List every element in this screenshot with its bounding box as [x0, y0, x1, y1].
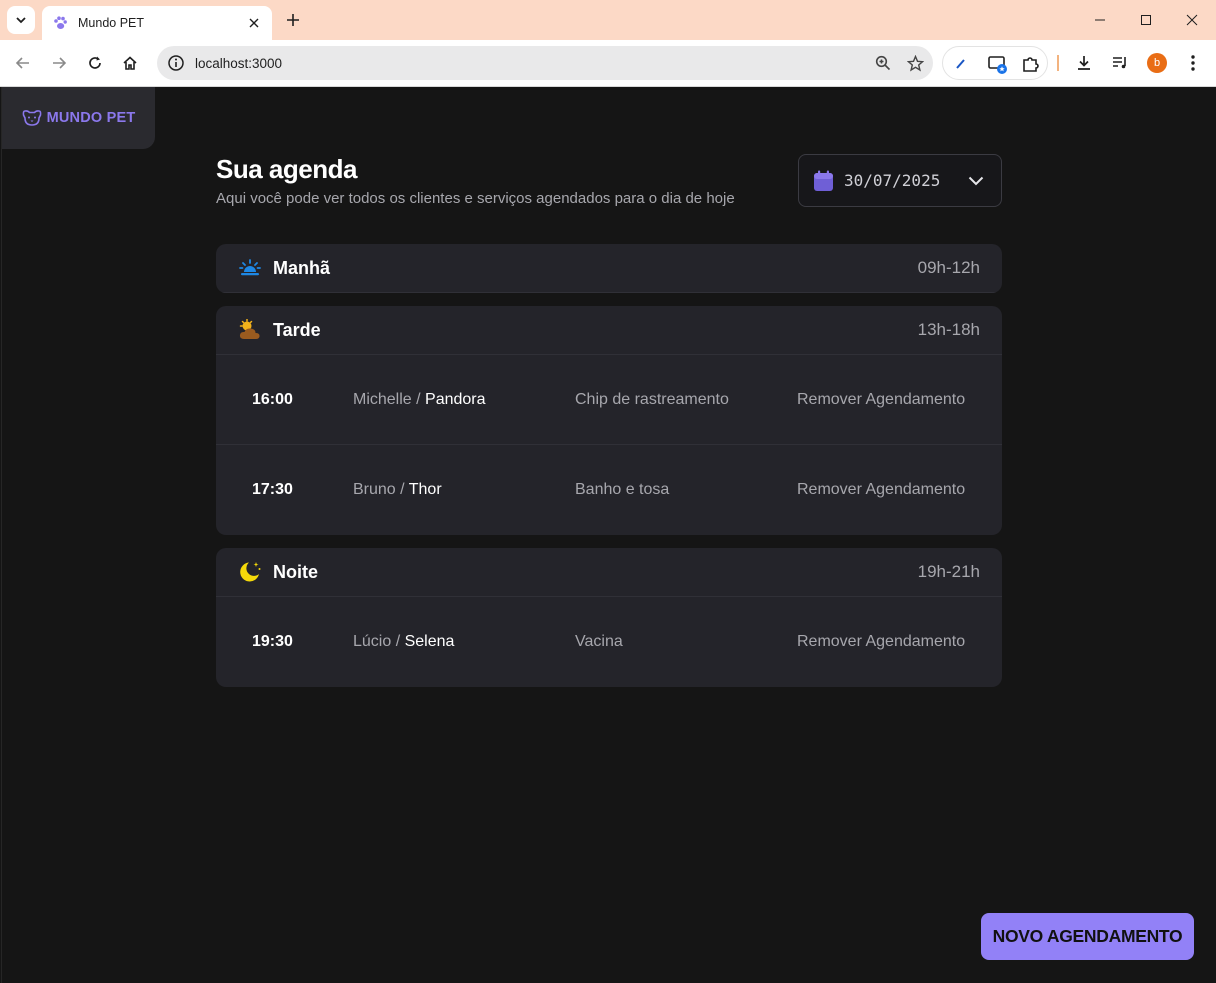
appointment-row: 19:30 Lúcio / Selena Vacina Remover Agen…	[216, 597, 1002, 687]
remove-appointment-button[interactable]: Remover Agendamento	[797, 481, 965, 499]
period-header: Noite 19h-21h	[216, 548, 1002, 597]
period-header: Tarde 13h-18h	[216, 306, 1002, 355]
appointment-client: Lúcio / Selena	[353, 633, 455, 650]
client-name: Michelle	[353, 390, 412, 408]
date-value[interactable]: 30/07/2025	[844, 171, 965, 190]
plus-icon	[287, 14, 299, 26]
maximize-button[interactable]	[1134, 8, 1158, 32]
appointment-time: 17:30	[252, 481, 293, 498]
tab-search-button[interactable]	[7, 6, 35, 34]
back-button[interactable]	[10, 50, 36, 76]
new-appointment-button[interactable]: NOVO AGENDAMENTO	[981, 913, 1194, 960]
page-title: Sua agenda	[216, 154, 357, 184]
calendar-icon	[814, 170, 833, 191]
date-picker[interactable]: 30/07/2025	[798, 154, 1002, 207]
remove-appointment-button[interactable]: Remover Agendamento	[797, 391, 965, 409]
bookmark-button[interactable]	[901, 49, 929, 77]
moon-stars-icon	[238, 560, 262, 584]
pen-icon[interactable]	[953, 55, 969, 76]
period-range: 19h-21h	[917, 562, 980, 581]
site-info-icon[interactable]	[167, 54, 185, 72]
client-name: Lúcio	[353, 633, 392, 650]
minimize-icon	[1095, 19, 1105, 21]
page-subtitle: Aqui você pode ver todos os clientes e s…	[216, 190, 735, 207]
address-bar[interactable]: localhost:3000	[157, 46, 933, 80]
zoom-icon	[875, 55, 891, 71]
brand-name: MUNDO PET	[46, 110, 136, 126]
appointment-client: Michelle / Pandora	[353, 390, 486, 408]
client-name: Bruno	[353, 481, 396, 498]
pet-name: Thor	[408, 481, 442, 498]
new-tab-button[interactable]	[282, 9, 304, 31]
page-viewport: MUNDO PET Sua agenda Aqui você pode ver …	[1, 87, 1215, 983]
playlist-icon	[1113, 57, 1126, 69]
close-icon	[1186, 14, 1198, 26]
arrow-right-icon	[53, 57, 67, 69]
maximize-icon	[1141, 15, 1151, 25]
pet-name: Pandora	[425, 390, 486, 408]
period-night: Noite 19h-21h 19:30 Lúcio / Selena Vacin…	[216, 548, 1002, 687]
browser-menu-button[interactable]	[1180, 50, 1206, 76]
media-button[interactable]	[1107, 50, 1133, 76]
period-morning: Manhã 09h-12h	[216, 244, 1002, 293]
arrow-left-icon	[15, 57, 29, 69]
toolbar-separator	[1057, 55, 1059, 71]
download-icon	[1078, 56, 1090, 70]
paw-icon	[52, 14, 70, 32]
appointment-service: Banho e tosa	[575, 481, 670, 498]
reload-icon	[89, 56, 101, 69]
appointment-row: 16:00 Michelle / Pandora Chip de rastrea…	[216, 355, 1002, 445]
home-icon	[123, 56, 137, 70]
appointment-client: Bruno / Thor	[353, 481, 442, 498]
more-vertical-icon	[1191, 55, 1195, 71]
appointment-service: Vacina	[575, 633, 623, 650]
period-name: Noite	[273, 561, 318, 582]
period-name: Tarde	[273, 319, 321, 340]
period-header: Manhã 09h-12h	[216, 244, 1002, 293]
close-tab-icon[interactable]	[246, 15, 262, 31]
profile-avatar[interactable]: b	[1147, 53, 1167, 73]
period-range: 13h-18h	[917, 320, 980, 339]
pet-name: Selena	[404, 633, 455, 650]
home-button[interactable]	[117, 50, 143, 76]
period-name: Manhã	[273, 257, 331, 278]
appointment-time: 19:30	[252, 633, 293, 650]
downloads-button[interactable]	[1071, 50, 1097, 76]
browser-toolbar: localhost:3000 b	[0, 40, 1216, 87]
extensions-group	[942, 46, 1048, 80]
appointment-service: Chip de rastreamento	[575, 390, 729, 408]
brand-logo[interactable]: MUNDO PET	[2, 87, 155, 149]
period-afternoon: Tarde 13h-18h 16:00 Michelle / Pandora C…	[216, 306, 1002, 535]
dog-face-icon	[22, 110, 41, 126]
browser-tab-strip: Mundo PET	[0, 0, 1216, 40]
minimize-button[interactable]	[1088, 8, 1112, 32]
appointment-time: 16:00	[252, 390, 293, 408]
cloud-sun-icon	[238, 318, 262, 342]
url-text[interactable]: localhost:3000	[195, 56, 869, 71]
tab-title: Mundo PET	[78, 16, 145, 30]
cast-icon[interactable]	[987, 54, 1009, 81]
zoom-button[interactable]	[869, 49, 897, 77]
chevron-down-icon	[16, 17, 26, 24]
close-window-button[interactable]	[1180, 8, 1204, 32]
star-icon	[906, 54, 924, 71]
chevron-down-icon[interactable]	[965, 170, 987, 192]
reload-button[interactable]	[82, 50, 108, 76]
puzzle-icon[interactable]	[1021, 54, 1041, 79]
forward-button[interactable]	[46, 50, 72, 76]
browser-tab[interactable]: Mundo PET	[42, 6, 272, 40]
remove-appointment-button[interactable]: Remover Agendamento	[797, 633, 965, 651]
sunrise-icon	[238, 256, 262, 280]
appointment-row: 17:30 Bruno / Thor Banho e tosa Remover …	[216, 445, 1002, 535]
period-range: 09h-12h	[917, 258, 980, 277]
